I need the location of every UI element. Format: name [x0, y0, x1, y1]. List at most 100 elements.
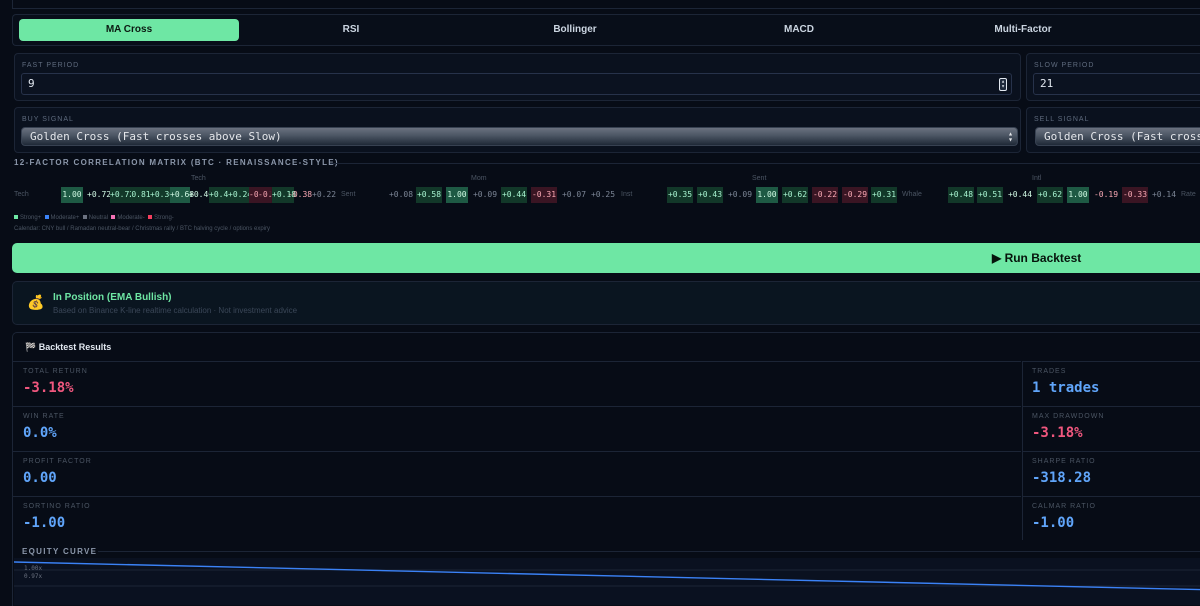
buy-signal-select[interactable]: Golden Cross (Fast crosses above Slow) ▴…: [21, 127, 1018, 146]
slow-period-input[interactable]: 21: [1033, 73, 1200, 95]
matrix-cell: +0.35: [667, 187, 693, 203]
metric-win-rate: WIN RATE 0.0%: [13, 406, 1021, 451]
matrix-cell: +0.07: [561, 190, 587, 199]
status-subtitle: Based on Binance K-line realtime calcula…: [53, 306, 298, 315]
matrix-cell: +0.68: [170, 187, 194, 203]
matrix-cell: +0.31: [871, 187, 897, 203]
metric-total-return: TOTAL RETURN -3.18%: [13, 361, 1021, 406]
sell-signal-value: Golden Cross (Fast crosses: [1044, 130, 1200, 143]
metric-label: CALMAR RATIO: [1032, 503, 1096, 510]
matrix-cell: -0.29: [842, 187, 868, 203]
metric-label: SORTINO RATIO: [23, 503, 91, 510]
tab-rsi[interactable]: RSI: [241, 19, 461, 41]
matrix-row: Tech 1.00 +0.72 +0.72 0.81 +0.36 +0.68 +…: [0, 187, 1200, 203]
metric-calmar-ratio: CALMAR RATIO -1.00: [1022, 496, 1200, 541]
matrix-cell: -0.33: [1122, 187, 1148, 203]
metric-value: -3.18%: [23, 380, 74, 396]
buy-signal-value: Golden Cross (Fast crosses above Slow): [30, 130, 282, 143]
metric-label: TOTAL RETURN: [23, 368, 88, 375]
matrix-cell: +0.09: [727, 190, 753, 199]
matrix-cell: +0.09: [472, 190, 498, 199]
matrix-cell: +0.14: [1151, 190, 1177, 199]
sell-signal-select[interactable]: Golden Cross (Fast crosses: [1035, 127, 1200, 146]
sell-signal-panel: SELL SIGNAL Golden Cross (Fast crosses: [1026, 107, 1200, 153]
legend-swatch: [111, 215, 116, 220]
run-backtest-button[interactable]: ▶ Run Backtest: [12, 243, 1200, 273]
matrix-cell: 0.81: [131, 187, 151, 203]
top-panel-edge: [12, 0, 1200, 9]
fast-period-input[interactable]: 9 ▴ ▾: [21, 73, 1012, 95]
fast-period-label: FAST PERIOD: [22, 62, 80, 69]
metric-label: PROFIT FACTOR: [23, 458, 92, 465]
matrix-cell: +0.36: [150, 187, 174, 203]
matrix-cell: +0.58: [416, 187, 442, 203]
money-bag-icon: 💰: [27, 294, 45, 310]
tab-macd[interactable]: MACD: [689, 19, 909, 41]
matrix-cell: +0.48: [948, 187, 974, 203]
matrix-cell: +0.22: [312, 190, 337, 199]
equity-title-rule: [98, 551, 1200, 552]
equity-tick-top: 1.00x: [24, 565, 43, 572]
matrix-row-label: Tech: [14, 191, 29, 198]
metric-value: -1.00: [1032, 515, 1075, 531]
matrix-cell: +0.25: [590, 190, 616, 199]
matrix-cell: -0.38: [288, 190, 313, 199]
tab-multi-factor[interactable]: Multi-Factor: [913, 19, 1133, 41]
metric-trades: TRADES 1 trades: [1022, 361, 1200, 406]
position-status-card: 💰 In Position (EMA Bullish) Based on Bin…: [12, 281, 1200, 325]
fast-period-value: 9: [28, 77, 35, 90]
metric-value: -318.28: [1032, 470, 1092, 486]
metric-max-drawdown: MAX DRAWDOWN -3.18%: [1022, 406, 1200, 451]
metrics-divider: [1022, 361, 1023, 540]
metric-label: MAX DRAWDOWN: [1032, 413, 1105, 420]
equity-chart-bg: [14, 558, 1200, 605]
matrix-group-mom: Mom: [471, 175, 487, 182]
metric-label: SHARPE RATIO: [1032, 458, 1096, 465]
legend-item: Neutral: [88, 215, 109, 221]
matrix-cell: +0.44: [501, 187, 527, 203]
tab-ma-cross[interactable]: MA Cross: [19, 19, 239, 41]
legend-item: Strong+: [20, 215, 42, 221]
matrix-cell: +0.72: [110, 187, 134, 203]
buy-signal-label: BUY SIGNAL: [22, 116, 74, 123]
legend-item: Moderate+: [50, 215, 80, 221]
matrix-cell: +0.40: [189, 190, 214, 199]
results-title: 🏁 Backtest Results: [25, 342, 112, 352]
metric-label: WIN RATE: [23, 413, 65, 420]
matrix-cell: 1.00: [1067, 187, 1089, 203]
equity-curve-chart: [14, 558, 1200, 605]
slow-period-panel: SLOW PERIOD 21: [1026, 53, 1200, 101]
slow-period-label: SLOW PERIOD: [1034, 62, 1095, 69]
metric-label: TRADES: [1032, 368, 1067, 375]
matrix-row-label: Inst: [621, 191, 633, 198]
matrix-cell: +0.62: [1037, 187, 1063, 203]
matrix-cell: +0.43: [697, 187, 723, 203]
strategy-tabs: MA Cross RSI Bollinger MACD Multi-Factor: [12, 14, 1200, 46]
legend-swatch: [44, 215, 49, 220]
matrix-cell: +0.44: [1007, 190, 1033, 199]
metric-sharpe-ratio: SHARPE RATIO -318.28: [1022, 451, 1200, 496]
matrix-cell: +0.62: [782, 187, 808, 203]
legend-item: Strong-: [154, 215, 174, 221]
buy-signal-panel: BUY SIGNAL Golden Cross (Fast crosses ab…: [14, 107, 1021, 153]
slow-period-value: 21: [1040, 77, 1054, 90]
matrix-group-tech: Tech: [191, 175, 206, 182]
matrix-row-label: Rate: [1181, 191, 1196, 198]
matrix-cell: +0.24: [228, 187, 252, 203]
matrix-group-intl: Intl: [1032, 175, 1042, 182]
matrix-cell: -0.31: [531, 187, 557, 203]
select-arrows-icon: ▴ ▾: [1008, 129, 1013, 144]
metric-sortino-ratio: SORTINO RATIO -1.00: [13, 496, 1021, 541]
metric-value: -1.00: [23, 515, 66, 531]
matrix-cell: +0.72: [87, 190, 112, 199]
metric-value: 0.00: [23, 470, 57, 486]
fast-period-spinner-icon[interactable]: ▴ ▾: [999, 78, 1007, 91]
equity-curve-title: EQUITY CURVE: [22, 547, 98, 556]
matrix-cell: 1.00: [756, 187, 778, 203]
equity-tick-bottom: 0.97x: [24, 573, 43, 580]
matrix-cell: 1.00: [446, 187, 468, 203]
metric-value: -3.18%: [1032, 425, 1083, 441]
tab-bollinger[interactable]: Bollinger: [465, 19, 685, 41]
calendar-note: Calendar: CNY bull / Ramadan neutral-bea…: [14, 226, 270, 232]
matrix-cell: +0.43: [209, 187, 233, 203]
